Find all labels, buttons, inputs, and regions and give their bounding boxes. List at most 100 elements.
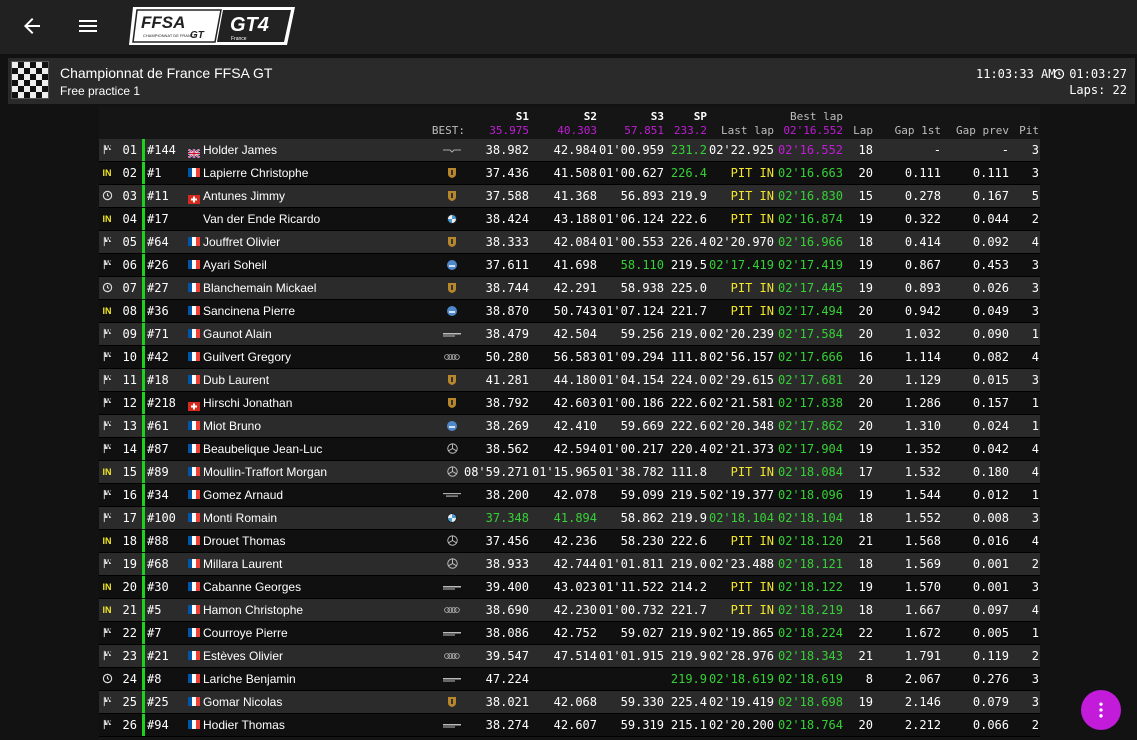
driver-name[interactable]: Lariche Benjamin (203, 668, 296, 690)
back-arrow-icon[interactable] (20, 14, 44, 38)
status-cell (100, 277, 114, 301)
driver-name[interactable]: Ayari Soheil (203, 254, 267, 276)
gap-previous: 0.453 (972, 258, 1009, 272)
driver-name[interactable]: Hodier Thomas (203, 714, 285, 736)
table-row[interactable]: IN 21 #5 Hamon Christophe 38.690 42.230 01'00.… (99, 599, 1040, 622)
table-row[interactable]: 22 #7 Courroye Pierre 38.086 42.752 59.027 219… (99, 622, 1040, 645)
table-row[interactable]: IN 02 #1 Lapierre Christophe 37.436 41.508 01'… (99, 162, 1040, 185)
clock-time: 11:03:33 AM (976, 67, 1056, 81)
header-pit[interactable]: Pit (1019, 124, 1039, 137)
status-bar (142, 461, 145, 483)
gap-first: 1.352 (904, 442, 941, 456)
table-row[interactable]: 01 #144 Holder James 38.982 42.984 01'00.959 2… (99, 139, 1040, 162)
table-row[interactable]: 16 #34 Gomez Arnaud 38.200 42.078 59.099 219.5… (99, 484, 1040, 507)
table-row[interactable]: IN 08 #36 Sancinena Pierre 38.870 50.743 01'07… (99, 300, 1040, 323)
table-row[interactable]: IN 04 #17 Van der Ende Ricardo 38.424 43.188 0… (99, 208, 1040, 231)
table-row[interactable]: 17 #100 Monti Romain 37.348 41.894 58.862 219.… (99, 507, 1040, 530)
gap-first: 0.111 (904, 166, 941, 180)
more-options-button[interactable] (1081, 690, 1121, 730)
mercedes-logo-icon (446, 535, 458, 546)
brand-logo (441, 622, 463, 644)
table-row[interactable]: 26 #94 Hodier Thomas 38.274 42.607 59.319 215.… (99, 714, 1040, 737)
driver-name[interactable]: Moullin-Traffort Morgan (203, 461, 327, 483)
table-row[interactable]: 05 #64 Jouffret Olivier 38.333 42.084 01'00.5… (99, 231, 1040, 254)
driver-name[interactable]: Sancinena Pierre (203, 300, 295, 322)
pit-count: 4 (1031, 442, 1039, 456)
brand-logo (441, 668, 463, 690)
best-lap: 02'18.084 (777, 465, 843, 479)
header-lap[interactable]: Lap (853, 124, 873, 137)
sector-1-time: 38.562 (485, 442, 529, 456)
car-number: #26 (147, 258, 169, 272)
position: 11 (122, 373, 137, 387)
header-gap-prev[interactable]: Gap prev (956, 124, 1009, 137)
stopwatch-icon (102, 190, 112, 201)
table-row[interactable]: 14 #87 Beaubelique Jean-Luc 38.562 42.594 01'… (99, 438, 1040, 461)
driver-name[interactable]: Jouffret Olivier (203, 231, 280, 253)
pit-count: 1 (1031, 327, 1039, 341)
driver-name[interactable]: Courroye Pierre (203, 622, 288, 644)
header-gap-1st[interactable]: Gap 1st (895, 124, 941, 137)
header-s2[interactable]: S2 (584, 110, 597, 123)
driver-name[interactable]: Millara Laurent (203, 553, 282, 575)
gap-first: 1.544 (904, 488, 941, 502)
table-row[interactable]: 25 #25 Gomar Nicolas 38.021 42.068 59.330 225.… (99, 691, 1040, 714)
driver-name[interactable]: Gaunot Alain (203, 323, 272, 345)
best-lap: 02'16.663 (777, 166, 843, 180)
driver-name[interactable]: Hamon Christophe (203, 599, 303, 621)
driver-name[interactable]: Antunes Jimmy (203, 185, 285, 207)
checkered-flag-icon (103, 397, 111, 408)
flag-france-icon (188, 536, 200, 545)
championship-title: Championnat de France FFSA GT (60, 65, 273, 81)
table-row[interactable]: 24 #8 Lariche Benjamin 47.224 219.9 02'18.619… (99, 668, 1040, 691)
sector-2-time: 42.744 (553, 557, 597, 571)
table-row[interactable]: 13 #61 Miot Bruno 38.269 42.410 59.669 222.6 02… (99, 415, 1040, 438)
header-s1[interactable]: S1 (516, 110, 529, 123)
pit-count: 4 (1031, 235, 1039, 249)
nationality-flag (187, 145, 201, 159)
driver-name[interactable]: Estèves Olivier (203, 645, 283, 667)
table-row[interactable]: 11 #18 Dub Laurent 41.281 44.180 01'04.154 224… (99, 369, 1040, 392)
driver-name[interactable]: Monti Romain (203, 507, 277, 529)
header-best-lap[interactable]: Best lap (790, 110, 843, 123)
table-row[interactable]: 03 #11 Antunes Jimmy 37.588 41.368 56.893 219.… (99, 185, 1040, 208)
header-last-lap[interactable]: Last lap (721, 124, 774, 137)
table-row[interactable]: IN 18 #88 Drouet Thomas 37.456 42.236 58.230 22… (99, 530, 1040, 553)
driver-name[interactable]: Van der Ende Ricardo (203, 208, 320, 230)
table-row[interactable]: 19 #68 Millara Laurent 38.933 42.744 01'01.81… (99, 553, 1040, 576)
position: 06 (122, 258, 137, 272)
status-cell: IN (100, 461, 114, 483)
driver-name[interactable]: Cabanne Georges (203, 576, 301, 598)
table-row[interactable]: 06 #26 Ayari Soheil 37.611 41.698 58.110 219.5… (99, 254, 1040, 277)
driver-name[interactable]: Hirschi Jonathan (203, 392, 292, 414)
header-sp[interactable]: SP (694, 110, 707, 123)
table-row[interactable]: 09 #71 Gaunot Alain 38.479 42.504 59.256 219.0… (99, 323, 1040, 346)
table-row[interactable]: IN 20 #30 Cabanne Georges 39.400 43.023 01'11.… (99, 576, 1040, 599)
sector-1-time: 47.224 (485, 672, 529, 686)
table-row[interactable]: IN 15 #89 Moullin-Traffort Morgan 08'59.271 0… (99, 461, 1040, 484)
table-row[interactable]: 23 #21 Estèves Olivier 39.547 47.514 01'01.91… (99, 645, 1040, 668)
hamburger-menu-icon[interactable] (76, 14, 100, 38)
driver-name[interactable]: Beaubelique Jean-Luc (203, 438, 322, 460)
header-s3[interactable]: S3 (651, 110, 664, 123)
brand-logo (441, 277, 463, 301)
driver-name[interactable]: Gomar Nicolas (203, 691, 282, 713)
last-lap: 02'19.865 (708, 626, 774, 640)
nationality-flag (188, 628, 200, 637)
last-lap: PIT IN (730, 189, 774, 203)
car-number: #88 (147, 534, 169, 548)
driver-name[interactable]: Guilvert Gregory (203, 346, 291, 368)
driver-name[interactable]: Lapierre Christophe (203, 162, 308, 184)
table-row[interactable]: 10 #42 Guilvert Gregory 50.280 56.583 01'09.2… (99, 346, 1040, 369)
driver-name[interactable]: Miot Bruno (203, 415, 261, 437)
table-row[interactable]: 12 #218 Hirschi Jonathan 38.792 42.603 01'00.… (99, 392, 1040, 415)
driver-name[interactable]: Blanchemain Mickael (203, 277, 316, 299)
driver-name[interactable]: Gomez Arnaud (203, 484, 283, 506)
flag-france-icon (188, 237, 200, 246)
driver-name[interactable]: Holder James (203, 139, 277, 161)
laps-count: Laps: 22 (1069, 83, 1127, 97)
brand-logo (441, 599, 463, 621)
driver-name[interactable]: Dub Laurent (203, 369, 269, 391)
table-row[interactable]: 07 #27 Blanchemain Mickael 38.744 42.291 58.9… (99, 277, 1040, 300)
driver-name[interactable]: Drouet Thomas (203, 530, 285, 552)
